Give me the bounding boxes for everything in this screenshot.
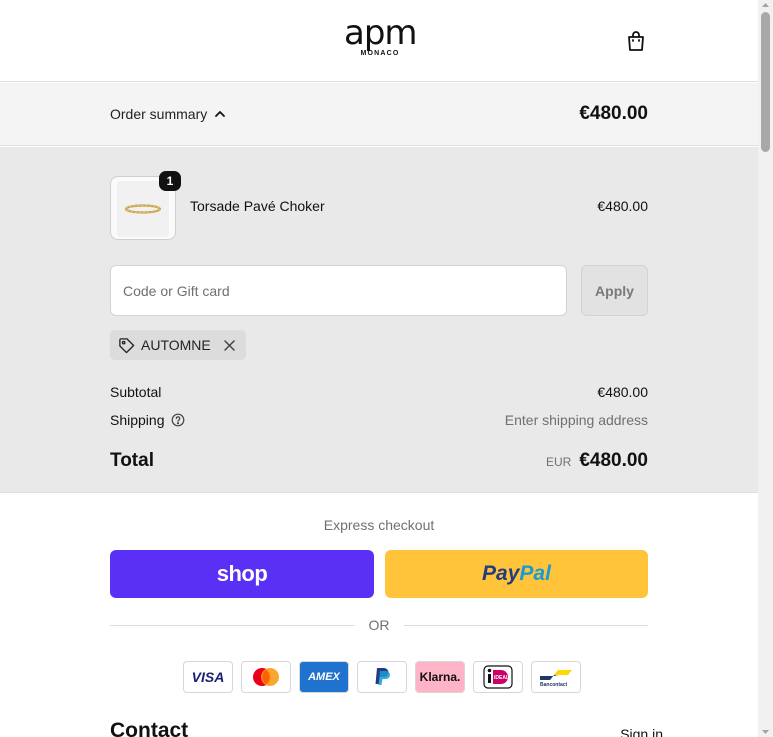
remove-discount-icon[interactable] <box>223 339 236 352</box>
mastercard-logo <box>253 668 279 686</box>
discount-code-input[interactable] <box>110 265 567 316</box>
quantity-badge: 1 <box>159 171 181 191</box>
bancontact-icon: Bancontact <box>531 661 581 693</box>
scrollbar-thumb[interactable] <box>761 12 770 152</box>
ideal-icon: iDEAL <box>473 661 523 693</box>
shipping-label-wrap: Shipping <box>110 412 185 428</box>
site-header: apm MONACO <box>0 0 758 82</box>
shipping-label: Shipping <box>110 412 165 428</box>
shopping-bag-icon[interactable] <box>624 29 648 53</box>
divider-line <box>403 624 648 626</box>
ideal-logo: iDEAL <box>483 665 513 689</box>
paypal-label-part1: Pay <box>482 562 520 585</box>
tag-icon <box>119 337 135 353</box>
shipping-value: Enter shipping address <box>504 412 648 428</box>
bancontact-logo: Bancontact <box>540 670 572 688</box>
paypal-label-part2: Pal <box>519 562 551 585</box>
svg-text:iDEAL: iDEAL <box>494 675 509 681</box>
subtotal-label: Subtotal <box>110 384 162 400</box>
or-divider: OR <box>110 617 648 633</box>
visa-icon: VISA <box>183 661 233 693</box>
payment-methods: VISA AMEX Klarna. iDEAL Bancontact <box>183 661 581 693</box>
total-amount: EUR €480.00 <box>546 450 648 472</box>
product-price: €480.00 <box>597 198 648 214</box>
total-label: Total <box>110 450 154 471</box>
sign-in-link[interactable]: Sign in <box>620 726 663 737</box>
shipping-row: Shipping Enter shipping address <box>110 412 648 428</box>
order-summary-label-wrap[interactable]: Order summary <box>110 106 227 122</box>
logo-wordmark: apm <box>344 13 418 53</box>
klarna-icon: Klarna. <box>415 661 465 693</box>
order-summary-toggle[interactable]: Order summary €480.00 <box>0 83 758 146</box>
order-summary-total: €480.00 <box>579 103 648 124</box>
order-summary-label: Order summary <box>110 106 208 122</box>
divider-line <box>110 624 355 626</box>
subtotal-row: Subtotal €480.00 <box>110 384 648 400</box>
page-scrollbar[interactable] <box>758 0 773 737</box>
shop-pay-button[interactable]: shop <box>110 550 374 598</box>
apply-discount-button[interactable]: Apply <box>581 265 648 316</box>
order-details-panel: 1 Torsade Pavé Choker €480.00 Apply AUTO… <box>0 147 758 493</box>
applied-discount-tag: AUTOMNE <box>110 330 246 360</box>
product-name: Torsade Pavé Choker <box>190 198 325 214</box>
express-checkout-title: Express checkout <box>323 517 435 533</box>
paypal-button[interactable]: Pay Pal <box>385 550 648 598</box>
paypal-logo <box>375 668 390 685</box>
scroll-down-arrow-icon[interactable] <box>761 727 770 736</box>
total-value: €480.00 <box>579 450 648 471</box>
discount-code-label: AUTOMNE <box>141 337 211 353</box>
shop-pay-label: shop <box>216 561 268 586</box>
or-label: OR <box>368 617 390 633</box>
subtotal-value: €480.00 <box>597 384 648 400</box>
apm-monaco-logo[interactable]: apm MONACO <box>344 13 418 57</box>
choker-image <box>124 204 162 214</box>
svg-text:Bancontact: Bancontact <box>540 682 568 688</box>
currency-code: EUR <box>545 455 572 469</box>
total-row: Total EUR €480.00 <box>110 450 648 472</box>
scroll-up-arrow-icon[interactable] <box>761 1 770 10</box>
chevron-up-icon <box>215 111 226 117</box>
paypal-icon <box>357 661 407 693</box>
amex-icon: AMEX <box>299 661 349 693</box>
help-circle-icon[interactable] <box>171 413 185 427</box>
contact-heading: Contact <box>110 719 189 737</box>
mastercard-icon <box>241 661 291 693</box>
